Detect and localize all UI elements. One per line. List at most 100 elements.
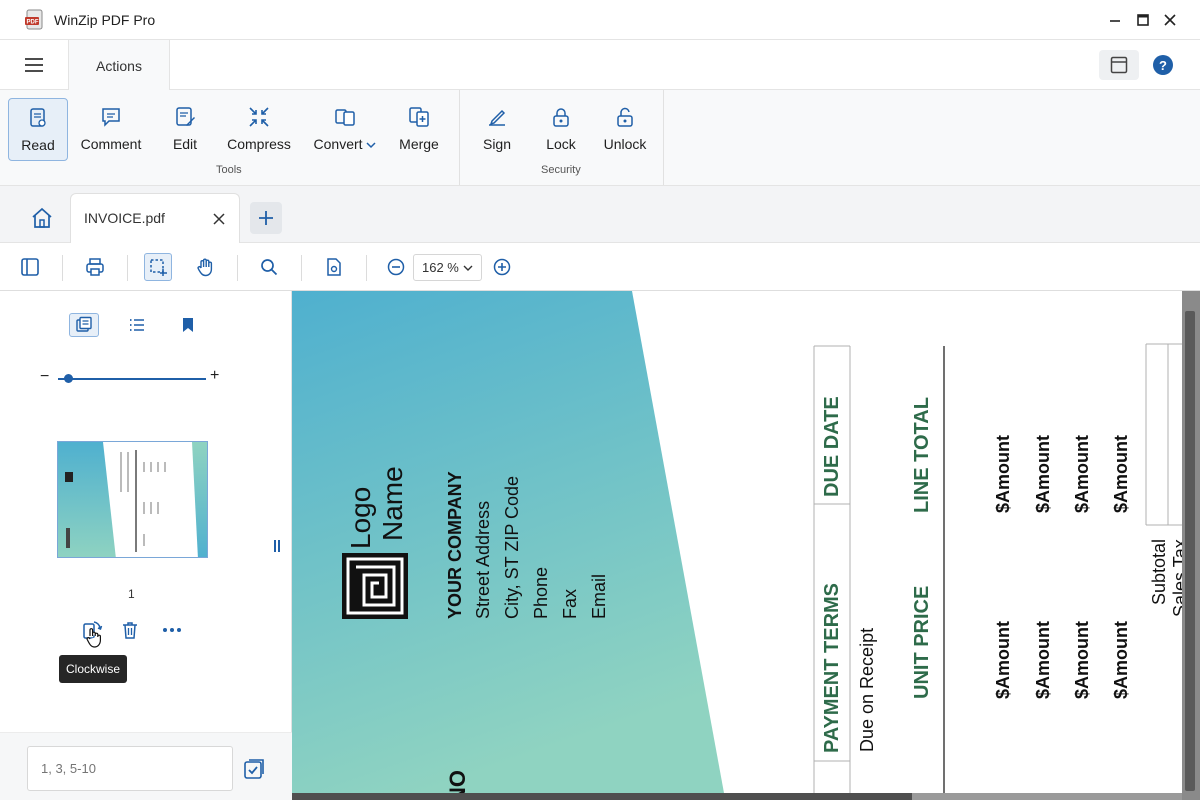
comment-icon (102, 108, 120, 127)
unit-price-amount: $Amount (993, 621, 1013, 699)
page-properties-button[interactable] (322, 255, 346, 279)
compress-label: Compress (227, 136, 291, 152)
merge-button[interactable]: Merge (394, 98, 444, 161)
sales-tax-label: Sales Tax (1170, 539, 1182, 617)
panel-resize-handle-icon[interactable] (272, 539, 282, 553)
line-total-amount: $Amount (1033, 435, 1053, 513)
slider-handle[interactable] (64, 374, 74, 383)
page-range-input[interactable] (27, 746, 233, 791)
bookmarks-view-button[interactable] (173, 313, 203, 337)
convert-button[interactable]: Convert (306, 98, 384, 161)
add-tab-button[interactable] (250, 202, 282, 234)
minimize-button[interactable] (1103, 8, 1127, 32)
thumbnails-icon (76, 316, 92, 332)
vertical-scrollbar-thumb[interactable] (1185, 311, 1195, 791)
home-icon[interactable] (30, 206, 54, 230)
security-group-label: Security (541, 164, 581, 176)
help-icon[interactable]: ? (1152, 54, 1174, 76)
marquee-select-icon (150, 259, 167, 276)
ribbon-group-divider (663, 90, 664, 185)
thumbnail-size-decrease[interactable]: − (40, 368, 49, 386)
compress-button[interactable]: Compress (222, 98, 296, 161)
unit-price-amount: $Amount (1072, 621, 1092, 699)
outline-view-button[interactable] (122, 313, 152, 337)
address-street: Street Address (473, 500, 493, 619)
pdf-page: Logo Name YOUR COMPANY Street Address Ci… (292, 291, 1182, 793)
lock-button[interactable]: Lock (538, 98, 584, 161)
convert-icon (335, 109, 355, 126)
toolbar-divider (366, 255, 367, 281)
document-tab-bar: INVOICE.pdf (0, 186, 1200, 244)
unit-price-header: UNIT PRICE (911, 585, 933, 699)
panel-layout-icon (1110, 56, 1128, 74)
compress-icon (249, 107, 269, 127)
sign-label: Sign (482, 136, 512, 152)
printer-icon (86, 258, 104, 276)
page-number-label: 1 (128, 587, 135, 601)
ribbon-group-divider (459, 90, 460, 185)
close-window-button[interactable] (1158, 8, 1182, 32)
app-window: PDF WinZip PDF Pro Actions ? Read Commen… (0, 0, 1200, 800)
logo-text-line2: Name (377, 466, 408, 541)
lock-icon (553, 108, 569, 127)
sidebar-icon (21, 258, 39, 276)
delete-page-button[interactable] (119, 619, 141, 641)
hand-tool-button[interactable] (193, 255, 217, 279)
more-options-button[interactable] (161, 619, 183, 641)
page-thumbnail[interactable] (57, 441, 208, 558)
layout-toggle-button[interactable] (1099, 50, 1139, 80)
thumbnails-view-button[interactable] (69, 313, 99, 337)
zoom-in-icon (493, 258, 511, 276)
select-pages-icon[interactable] (242, 757, 266, 781)
edit-button[interactable]: Edit (160, 98, 210, 161)
tab-actions[interactable]: Actions (68, 40, 170, 91)
zoom-in-button[interactable] (490, 255, 514, 279)
address-phone: Phone (531, 566, 551, 619)
document-viewport[interactable]: Logo Name YOUR COMPANY Street Address Ci… (292, 291, 1200, 800)
maximize-button[interactable] (1131, 8, 1155, 32)
payment-terms-value: Due on Receipt (857, 627, 877, 752)
page-settings-icon (327, 258, 341, 276)
close-icon (1164, 14, 1176, 26)
zoom-level-select[interactable]: 162 % (413, 254, 482, 281)
cut-off-heading: NO (445, 770, 470, 793)
toolbar-divider (127, 255, 128, 281)
thumbnail-size-slider[interactable] (58, 378, 206, 380)
thumbnail-size-increase[interactable]: + (210, 367, 219, 385)
tab-invoice-pdf[interactable]: INVOICE.pdf (70, 193, 240, 244)
read-label: Read (21, 137, 55, 153)
svg-text:PDF: PDF (27, 20, 39, 26)
company-name: YOUR COMPANY (445, 471, 465, 619)
zoom-out-button[interactable] (384, 255, 408, 279)
toolbar-divider (301, 255, 302, 281)
toggle-sidebar-button[interactable] (18, 255, 42, 279)
comment-label: Comment (80, 136, 142, 152)
close-icon[interactable] (211, 211, 227, 227)
tab-title: INVOICE.pdf (84, 210, 165, 226)
due-date-header: DUE DATE (821, 396, 843, 497)
page-range-bar (0, 732, 292, 800)
hamburger-menu-icon[interactable] (22, 56, 46, 74)
app-logo-icon: PDF (25, 9, 43, 30)
merge-label: Merge (399, 136, 439, 152)
plus-icon (259, 211, 273, 225)
address-email: Email (589, 573, 609, 619)
toolbar-divider (237, 255, 238, 281)
horizontal-scrollbar-thumb[interactable] (292, 793, 912, 800)
unlock-icon (617, 107, 633, 127)
thumbnail-preview (58, 442, 207, 557)
unlock-button[interactable]: Unlock (598, 98, 652, 161)
toolbar-divider (62, 255, 63, 281)
comment-button[interactable]: Comment (78, 98, 144, 161)
unit-price-amount: $Amount (1111, 621, 1131, 699)
merge-icon (409, 107, 429, 127)
read-icon (30, 108, 46, 127)
read-button[interactable]: Read (8, 98, 68, 161)
select-tool-button[interactable] (144, 253, 172, 281)
search-button[interactable] (257, 255, 281, 279)
maximize-icon (1137, 14, 1149, 26)
ribbon: Read Comment Edit Compress Convert Merge… (0, 90, 1200, 186)
line-total-amount: $Amount (1072, 435, 1092, 513)
sign-button[interactable]: Sign (474, 98, 520, 161)
print-button[interactable] (83, 255, 107, 279)
